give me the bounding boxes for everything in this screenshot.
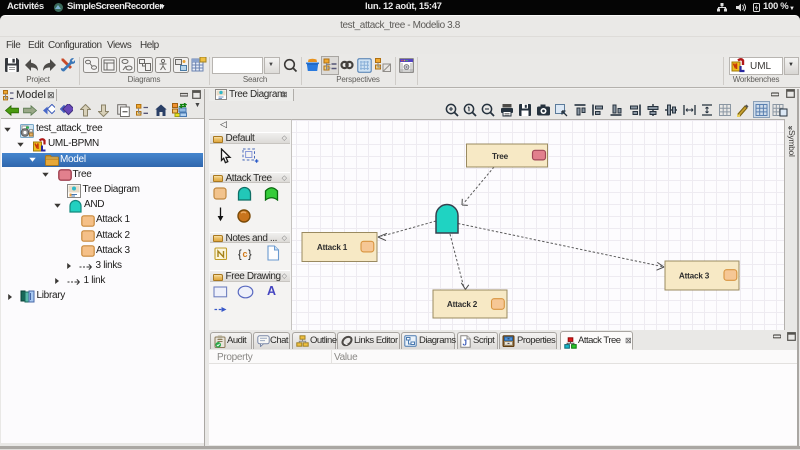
svg-text:Attack 3: Attack 3	[679, 272, 710, 281]
svg-text:Attack 1: Attack 1	[317, 243, 348, 252]
svg-text:}: }	[248, 249, 252, 261]
svg-text:J: J	[463, 339, 467, 348]
svg-text:c: c	[243, 249, 248, 259]
svg-text:{: {	[238, 249, 242, 261]
svg-text:Attack 2: Attack 2	[447, 300, 478, 309]
svg-text:Tree: Tree	[492, 152, 509, 161]
